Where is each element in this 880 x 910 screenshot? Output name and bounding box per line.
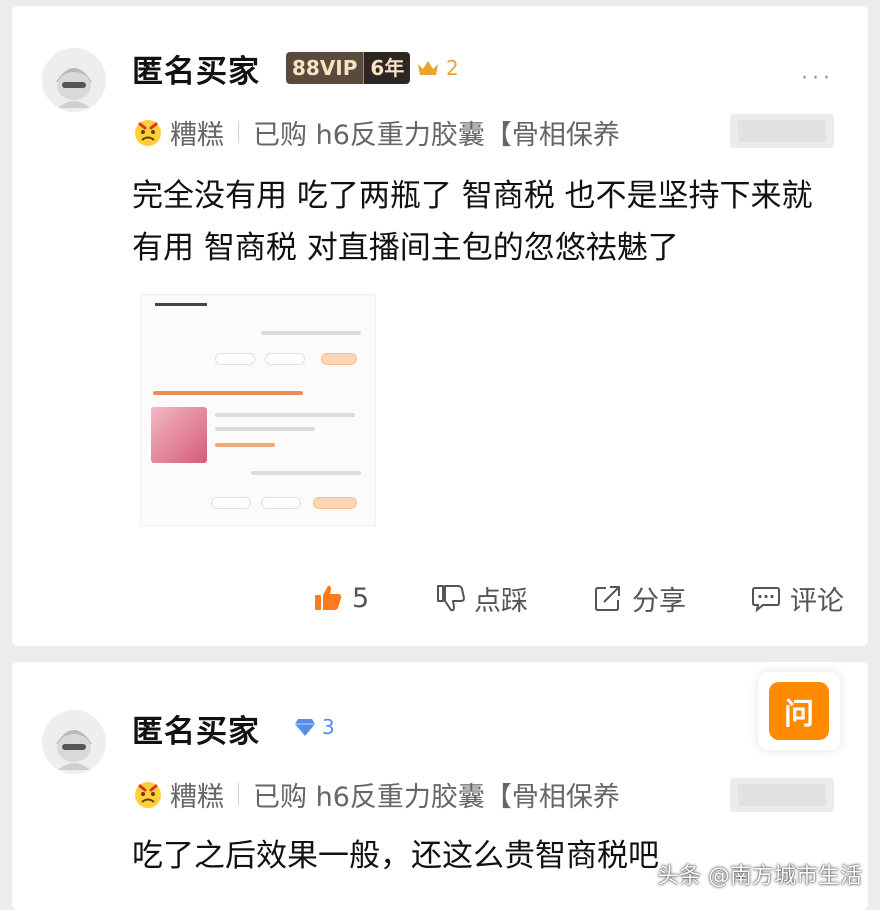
review-page: 匿名买家 88VIP 6年 2 ··· 糟糕 已购 h6反重力胶囊【骨相保养 完…: [0, 0, 880, 910]
flavor-label: 糟糕: [170, 119, 224, 151]
review-card: 匿名买家 88VIP 6年 2 ··· 糟糕 已购 h6反重力胶囊【骨相保养 完…: [12, 6, 868, 646]
photo-button: [265, 353, 305, 365]
purchased-item[interactable]: 已购 h6反重力胶囊【骨相保养: [253, 113, 620, 152]
bad-face-icon: [135, 782, 161, 808]
photo-button: [211, 497, 251, 509]
diamond-icon: [295, 719, 315, 736]
photo-line: [215, 413, 355, 417]
photo-line: [153, 391, 303, 395]
thumbs-down-icon: [437, 585, 465, 612]
comment-label: 评论: [790, 585, 844, 617]
more-options-icon[interactable]: ···: [801, 66, 834, 91]
crown-icon: [418, 61, 438, 75]
thumbs-up-icon: [315, 585, 342, 610]
level-number: 3: [322, 715, 335, 739]
anonymous-avatar[interactable]: [42, 710, 106, 774]
photo-product-image: [151, 407, 207, 463]
blurred-spec: [730, 778, 834, 812]
share-icon: [595, 586, 620, 611]
photo-topbar: [155, 303, 207, 306]
bad-face-icon: [135, 120, 161, 146]
dislike-button[interactable]: 点踩: [434, 576, 528, 620]
ask-label: 问: [769, 682, 829, 740]
photo-button: [261, 497, 301, 509]
vip-years: 6年: [363, 52, 411, 84]
photo-line: [251, 471, 361, 475]
purchase-info: 糟糕 已购 h6反重力胶囊【骨相保养: [132, 112, 620, 152]
anonymous-avatar[interactable]: [42, 48, 106, 112]
comment-button[interactable]: 评论: [750, 576, 844, 620]
divider: [238, 783, 239, 805]
comment-icon: [752, 587, 780, 613]
vip-label: 88VIP: [286, 52, 364, 84]
share-button[interactable]: 分享: [592, 576, 686, 620]
dislike-label: 点踩: [474, 585, 528, 617]
photo-button: [313, 497, 357, 509]
member-level: 2: [416, 53, 459, 83]
photo-line: [215, 443, 275, 447]
share-label: 分享: [632, 585, 686, 617]
username: 匿名买家: [132, 714, 260, 750]
level-number: 2: [446, 56, 459, 80]
photo-line: [261, 331, 361, 335]
photo-button: [321, 353, 357, 365]
like-count: 5: [352, 582, 370, 614]
source-watermark: 头条 @南方城市生活: [657, 864, 862, 889]
purchase-info: 糟糕 已购 h6反重力胶囊【骨相保养: [132, 774, 620, 814]
flavor-label: 糟糕: [170, 781, 224, 813]
photo-line: [215, 427, 315, 431]
purchased-item[interactable]: 已购 h6反重力胶囊【骨相保养: [253, 775, 620, 814]
member-level: 3: [294, 712, 335, 742]
vip-badge: 88VIP 6年: [286, 52, 411, 84]
photo-button: [215, 353, 255, 365]
action-bar: 5 点踩 分享 评论: [312, 576, 852, 620]
ask-question-button[interactable]: 问: [758, 672, 840, 750]
review-text: 完全没有用 吃了两瓶了 智商税 也不是坚持下来就有用 智商税 对直播间主包的忽悠…: [132, 178, 813, 266]
review-photo[interactable]: [140, 294, 376, 526]
blurred-spec: [730, 114, 834, 148]
divider: [238, 121, 239, 143]
like-button[interactable]: 5: [312, 576, 369, 620]
username: 匿名买家: [132, 54, 260, 90]
